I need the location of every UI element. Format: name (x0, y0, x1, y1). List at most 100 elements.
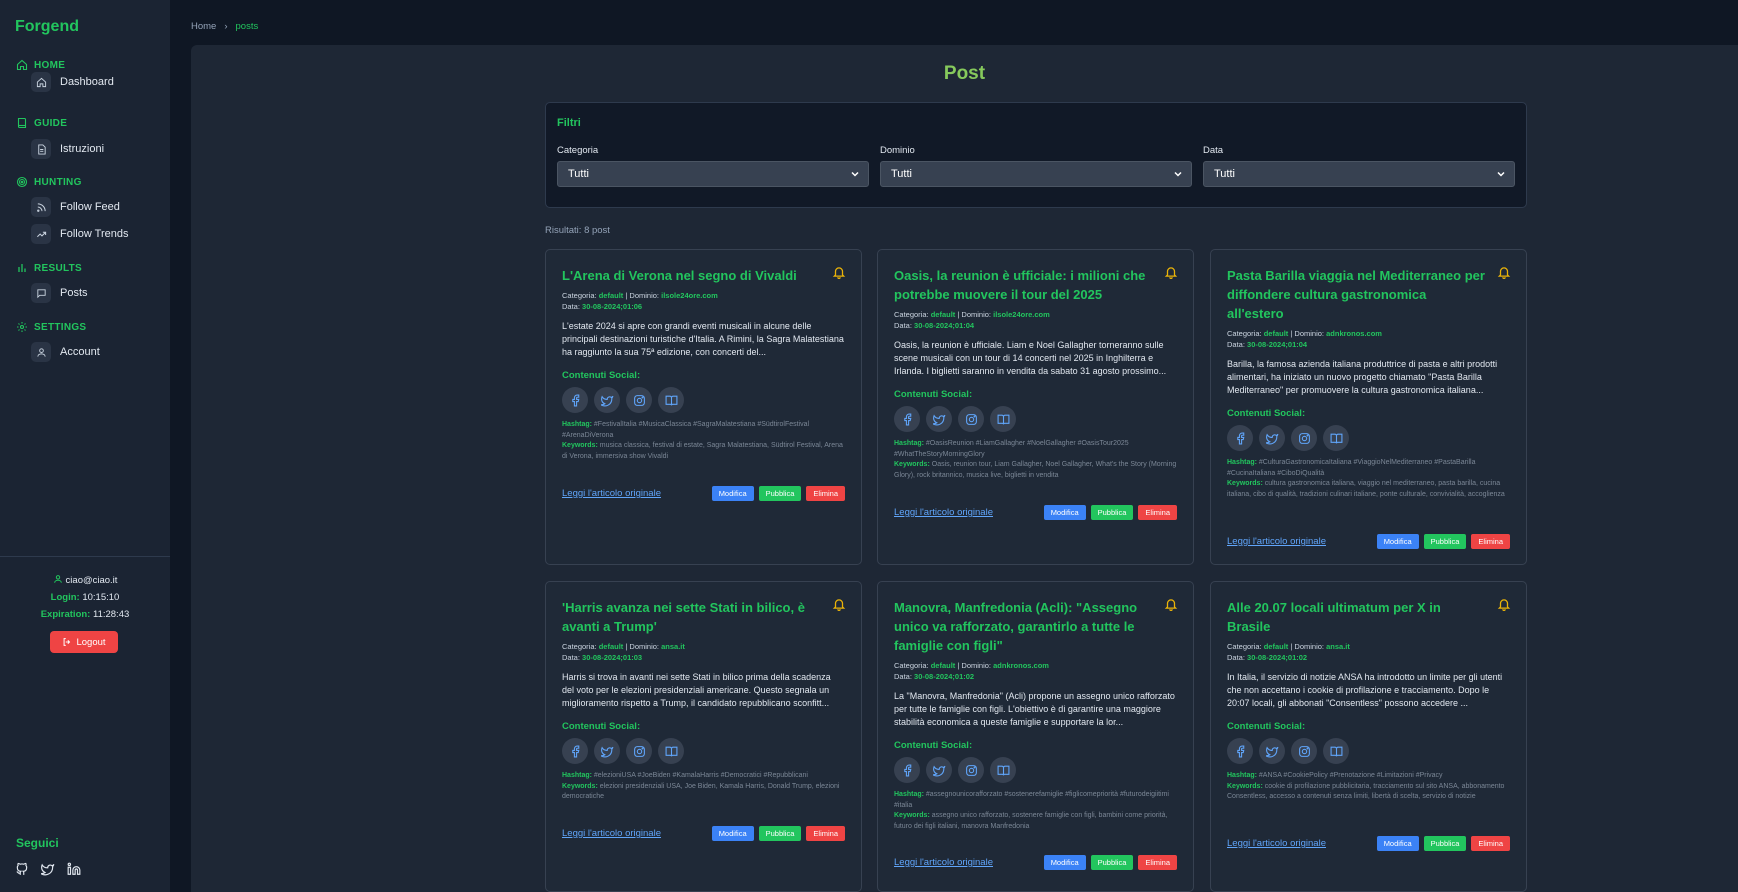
facebook-icon[interactable] (1227, 738, 1253, 764)
post-hashtags: #CulturaGastronomicaItaliana #ViaggioNel… (1227, 459, 1476, 477)
post-meta: Categoria: default | Dominio: ilsole24or… (562, 291, 718, 311)
twitter-icon[interactable] (1259, 738, 1285, 764)
post-date: 30-08-2024;01:02 (914, 672, 975, 681)
edit-button[interactable]: Modifica (1376, 836, 1419, 851)
open-book-icon[interactable] (990, 757, 1016, 783)
filter-category: Categoria Tutti (557, 145, 869, 187)
read-original-link[interactable]: Leggi l'articolo originale (1227, 838, 1326, 849)
post-domain: ilsole24ore.com (993, 310, 1050, 319)
read-original-link[interactable]: Leggi l'articolo originale (894, 507, 993, 518)
edit-button[interactable]: Modifica (1376, 534, 1419, 549)
breadcrumb-current: posts (235, 21, 259, 32)
social-content-icons (562, 738, 845, 764)
read-original-link[interactable]: Leggi l'articolo originale (894, 857, 993, 868)
read-original-link[interactable]: Leggi l'articolo originale (1227, 536, 1326, 547)
instagram-icon[interactable] (626, 738, 652, 764)
date-select[interactable]: Tutti (1203, 161, 1515, 187)
edit-button[interactable]: Modifica (1043, 855, 1086, 870)
twitter-icon[interactable] (41, 862, 55, 876)
publish-button[interactable]: Pubblica (1090, 505, 1134, 520)
open-book-icon[interactable] (658, 387, 684, 413)
post-title[interactable]: Pasta Barilla viaggia nel Mediterraneo p… (1227, 266, 1485, 323)
twitter-icon[interactable] (594, 387, 620, 413)
linkedin-icon[interactable] (67, 862, 81, 876)
facebook-icon[interactable] (562, 387, 588, 413)
bell-icon[interactable] (1497, 597, 1511, 611)
sidebar-item-dashboard[interactable]: Dashboard (31, 72, 114, 92)
sidebar-item-posts[interactable]: Posts (31, 283, 88, 303)
category-select[interactable]: Tutti (557, 161, 869, 187)
instagram-icon[interactable] (1291, 425, 1317, 451)
bell-icon[interactable] (832, 597, 846, 611)
logout-button[interactable]: Logout (50, 631, 118, 653)
sidebar: Forgend HOME Dashboard GUIDE Istruzioni … (0, 0, 170, 892)
publish-button[interactable]: Pubblica (758, 486, 802, 501)
social-content-label: Contenuti Social: (1227, 721, 1306, 732)
facebook-icon[interactable] (894, 757, 920, 783)
delete-button[interactable]: Elimina (806, 486, 845, 501)
instagram-icon[interactable] (1291, 738, 1317, 764)
twitter-icon[interactable] (594, 738, 620, 764)
open-book-icon[interactable] (1323, 738, 1349, 764)
instagram-icon[interactable] (958, 757, 984, 783)
post-title[interactable]: L'Arena di Verona nel segno di Vivaldi (562, 266, 820, 285)
read-original-link[interactable]: Leggi l'articolo originale (562, 828, 661, 839)
facebook-icon[interactable] (1227, 425, 1253, 451)
post-title[interactable]: 'Harris avanza nei sette Stati in bilico… (562, 598, 820, 636)
post-hashtags: #FestivalItalia #MusicaClassica #SagraMa… (562, 421, 810, 439)
brand-logo[interactable]: Forgend (15, 18, 79, 36)
filter-domain-label: Dominio (880, 145, 915, 156)
post-buttons: Modifica Pubblica Elimina (1043, 505, 1177, 520)
edit-button[interactable]: Modifica (1043, 505, 1086, 520)
sidebar-item-follow-feed[interactable]: Follow Feed (31, 197, 120, 217)
publish-button[interactable]: Pubblica (1423, 836, 1467, 851)
post-card: L'Arena di Verona nel segno di Vivaldi C… (545, 249, 862, 565)
post-title[interactable]: Manovra, Manfredonia (Acli): "Assegno un… (894, 598, 1152, 655)
breadcrumb: Home › posts (191, 21, 258, 32)
post-domain: ansa.it (661, 642, 685, 651)
bell-icon[interactable] (1164, 265, 1178, 279)
facebook-icon[interactable] (894, 406, 920, 432)
instagram-icon[interactable] (958, 406, 984, 432)
domain-select[interactable]: Tutti (880, 161, 1192, 187)
edit-button[interactable]: Modifica (711, 486, 754, 501)
publish-button[interactable]: Pubblica (1090, 855, 1134, 870)
delete-button[interactable]: Elimina (806, 826, 845, 841)
twitter-icon[interactable] (926, 406, 952, 432)
publish-button[interactable]: Pubblica (1423, 534, 1467, 549)
open-book-icon[interactable] (658, 738, 684, 764)
delete-button[interactable]: Elimina (1471, 836, 1510, 851)
open-book-icon[interactable] (990, 406, 1016, 432)
breadcrumb-home[interactable]: Home (191, 21, 216, 32)
social-content-label: Contenuti Social: (894, 740, 973, 751)
sidebar-item-istruzioni[interactable]: Istruzioni (31, 139, 104, 159)
chevron-down-icon (851, 171, 859, 177)
section-settings: SETTINGS (16, 321, 86, 333)
read-original-link[interactable]: Leggi l'articolo originale (562, 488, 661, 499)
facebook-icon[interactable] (562, 738, 588, 764)
open-book-icon[interactable] (1323, 425, 1349, 451)
post-description: Oasis, la reunion è ufficiale. Liam e No… (894, 340, 1167, 376)
bell-icon[interactable] (1497, 265, 1511, 279)
post-domain: adnkronos.com (993, 661, 1049, 670)
post-description: Harris si trova in avanti nei sette Stat… (562, 672, 831, 708)
bell-icon[interactable] (832, 265, 846, 279)
delete-button[interactable]: Elimina (1471, 534, 1510, 549)
twitter-icon[interactable] (1259, 425, 1285, 451)
post-description: In Italia, il servizio di notizie ANSA h… (1227, 672, 1503, 708)
delete-button[interactable]: Elimina (1138, 855, 1177, 870)
github-icon[interactable] (15, 862, 29, 876)
twitter-icon[interactable] (926, 757, 952, 783)
post-title[interactable]: Oasis, la reunion è ufficiale: i milioni… (894, 266, 1152, 304)
instagram-icon[interactable] (626, 387, 652, 413)
delete-button[interactable]: Elimina (1138, 505, 1177, 520)
edit-button[interactable]: Modifica (711, 826, 754, 841)
document-icon (31, 139, 51, 159)
post-category: default (1263, 642, 1289, 651)
bell-icon[interactable] (1164, 597, 1178, 611)
publish-button[interactable]: Pubblica (758, 826, 802, 841)
post-category: default (930, 661, 956, 670)
sidebar-item-follow-trends[interactable]: Follow Trends (31, 224, 128, 244)
sidebar-item-account[interactable]: Account (31, 342, 100, 362)
post-title[interactable]: Alle 20.07 locali ultimatum per X in Bra… (1227, 598, 1485, 636)
